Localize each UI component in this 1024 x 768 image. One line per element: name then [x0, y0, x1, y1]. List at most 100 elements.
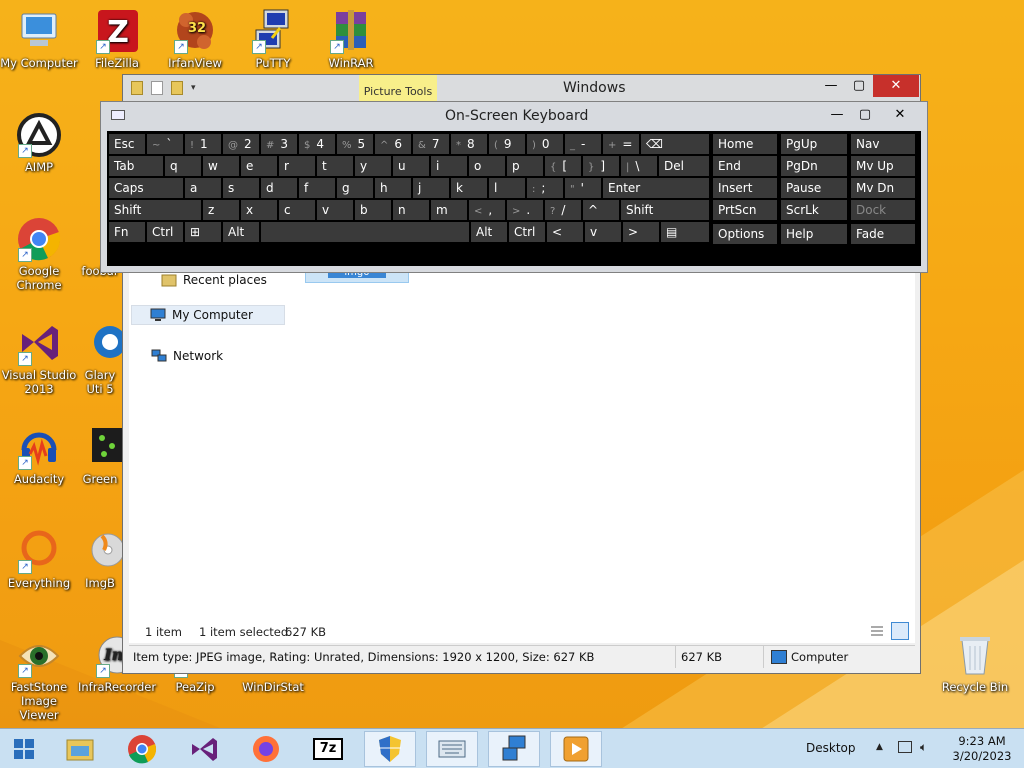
- osk-key[interactable]: Shift: [109, 200, 201, 220]
- osk-key[interactable]: $4: [299, 134, 335, 154]
- desktop-icon-everything[interactable]: ↗ Everything: [0, 528, 78, 590]
- osk-key[interactable]: d: [261, 178, 297, 198]
- osk-key[interactable]: Ctrl: [147, 222, 183, 242]
- osk-nav-key[interactable]: Mv Dn: [851, 178, 915, 198]
- network-status-icon[interactable]: [898, 741, 912, 753]
- osk-key[interactable]: w: [203, 156, 239, 176]
- osk-key[interactable]: + =: [603, 134, 639, 154]
- desktop-icon-audacity[interactable]: ↗ Audacity: [0, 424, 78, 486]
- properties-icon[interactable]: [151, 81, 163, 95]
- osk-key[interactable]: f: [299, 178, 335, 198]
- folder-icon[interactable]: [131, 81, 143, 95]
- osk-key[interactable]: v: [585, 222, 621, 242]
- osk-nav-key[interactable]: PrtScn: [713, 200, 777, 220]
- osk-key[interactable]: ⊞: [185, 222, 221, 242]
- close-button[interactable]: ✕: [873, 75, 919, 97]
- maximize-button[interactable]: ▢: [845, 75, 873, 97]
- osk-key[interactable]: k: [451, 178, 487, 198]
- osk-nav-key[interactable]: PgUp: [781, 134, 847, 154]
- osk-key[interactable]: b: [355, 200, 391, 220]
- osk-nav-key[interactable]: Nav: [851, 134, 915, 154]
- desktop-icon-faststone-image-viewer[interactable]: ↗ FastStone Image Viewer: [0, 632, 78, 722]
- osk-key[interactable]: <: [547, 222, 583, 242]
- osk-key[interactable]: @2: [223, 134, 259, 154]
- osk-nav-key[interactable]: End: [713, 156, 777, 176]
- nav-recent-places[interactable]: Recent places: [161, 273, 267, 287]
- osk-key[interactable]: u: [393, 156, 429, 176]
- desktop-icon-winrar[interactable]: ↗ WinRAR: [312, 8, 390, 70]
- osk-key[interactable]: a: [185, 178, 221, 198]
- osk-key[interactable]: p: [507, 156, 543, 176]
- osk-key[interactable]: o: [469, 156, 505, 176]
- osk-key[interactable]: n: [393, 200, 429, 220]
- osk-key[interactable]: | \: [621, 156, 657, 176]
- maximize-button[interactable]: ▢: [851, 104, 879, 126]
- osk-nav-key[interactable]: Mv Up: [851, 156, 915, 176]
- osk-key[interactable]: :;: [527, 178, 563, 198]
- desktop-icon-putty[interactable]: ↗ PuTTY: [234, 8, 312, 70]
- desktop-icon-glary-utilities[interactable]: Glary Uti 5: [78, 320, 122, 396]
- osk-key[interactable]: m: [431, 200, 467, 220]
- taskbar-network-tool[interactable]: [488, 731, 540, 767]
- osk-key[interactable]: s: [223, 178, 259, 198]
- taskbar-security-shield[interactable]: [364, 731, 416, 767]
- osk-key[interactable]: q: [165, 156, 201, 176]
- osk-key[interactable]: >: [623, 222, 659, 242]
- show-hidden-icons-icon[interactable]: ▲: [876, 742, 883, 752]
- osk-key[interactable]: ^: [583, 200, 619, 220]
- osk-nav-key[interactable]: Pause: [781, 178, 847, 198]
- osk-key[interactable]: & 7: [413, 134, 449, 154]
- osk-key[interactable]: e: [241, 156, 277, 176]
- osk-key[interactable]: #3: [261, 134, 297, 154]
- minimize-button[interactable]: —: [817, 75, 845, 97]
- desktop-icon-google-chrome[interactable]: ↗ Google Chrome: [0, 216, 78, 292]
- osk-key[interactable]: h: [375, 178, 411, 198]
- osk-nav-key[interactable]: Options: [713, 224, 777, 244]
- osk-key[interactable]: Ctrl: [509, 222, 545, 242]
- osk-key[interactable]: j: [413, 178, 449, 198]
- osk-key[interactable]: Alt: [471, 222, 507, 242]
- osk-key[interactable]: ) 0: [527, 134, 563, 154]
- details-view-icon[interactable]: [869, 624, 885, 638]
- new-folder-icon[interactable]: [171, 81, 183, 95]
- osk-key[interactable]: ! 1: [185, 134, 221, 154]
- osk-key[interactable]: ~ `: [147, 134, 183, 154]
- desktop-icon-irfanview[interactable]: 32 ↗ IrfanView: [156, 8, 234, 70]
- taskbar-media-player[interactable]: [550, 731, 602, 767]
- osk-key[interactable]: _ -: [565, 134, 601, 154]
- desktop-toolbar-label[interactable]: Desktop: [806, 741, 856, 755]
- osk-key[interactable]: (9: [489, 134, 525, 154]
- taskbar-chrome[interactable]: [116, 731, 168, 767]
- osk-key[interactable]: t: [317, 156, 353, 176]
- osk-key[interactable]: {[: [545, 156, 581, 176]
- osk-key[interactable]: Fn: [109, 222, 145, 242]
- osk-key[interactable]: c: [279, 200, 315, 220]
- osk-key[interactable]: [261, 222, 469, 242]
- large-icons-view-icon[interactable]: [891, 622, 909, 640]
- desktop-icon-aimp[interactable]: ↗ AIMP: [0, 112, 78, 174]
- desktop-icon-filezilla[interactable]: Z ↗ FileZilla: [78, 8, 156, 70]
- osk-key[interactable]: x: [241, 200, 277, 220]
- osk-key[interactable]: Del: [659, 156, 709, 176]
- osk-key[interactable]: Esc: [109, 134, 145, 154]
- taskbar-visual-studio[interactable]: [178, 731, 230, 767]
- nav-my-computer[interactable]: My Computer: [131, 305, 285, 325]
- osk-key[interactable]: ⌫: [641, 134, 709, 154]
- osk-key[interactable]: }]: [583, 156, 619, 176]
- osk-key[interactable]: ? /: [545, 200, 581, 220]
- osk-key[interactable]: " ': [565, 178, 601, 198]
- osk-key[interactable]: <,: [469, 200, 505, 220]
- osk-key[interactable]: Caps: [109, 178, 183, 198]
- desktop-icon-visual-studio-2013[interactable]: ↗ Visual Studio 2013: [0, 320, 78, 396]
- osk-key[interactable]: y: [355, 156, 391, 176]
- osk-key[interactable]: ▤: [661, 222, 709, 242]
- osk-key[interactable]: i: [431, 156, 467, 176]
- osk-key[interactable]: ^ 6: [375, 134, 411, 154]
- osk-key[interactable]: Alt: [223, 222, 259, 242]
- osk-key[interactable]: r: [279, 156, 315, 176]
- taskbar-file-explorer[interactable]: [54, 731, 106, 767]
- minimize-button[interactable]: —: [823, 104, 851, 126]
- taskbar-firefox[interactable]: [240, 731, 292, 767]
- osk-key[interactable]: Tab: [109, 156, 163, 176]
- taskbar-7zip[interactable]: 7z: [302, 731, 354, 767]
